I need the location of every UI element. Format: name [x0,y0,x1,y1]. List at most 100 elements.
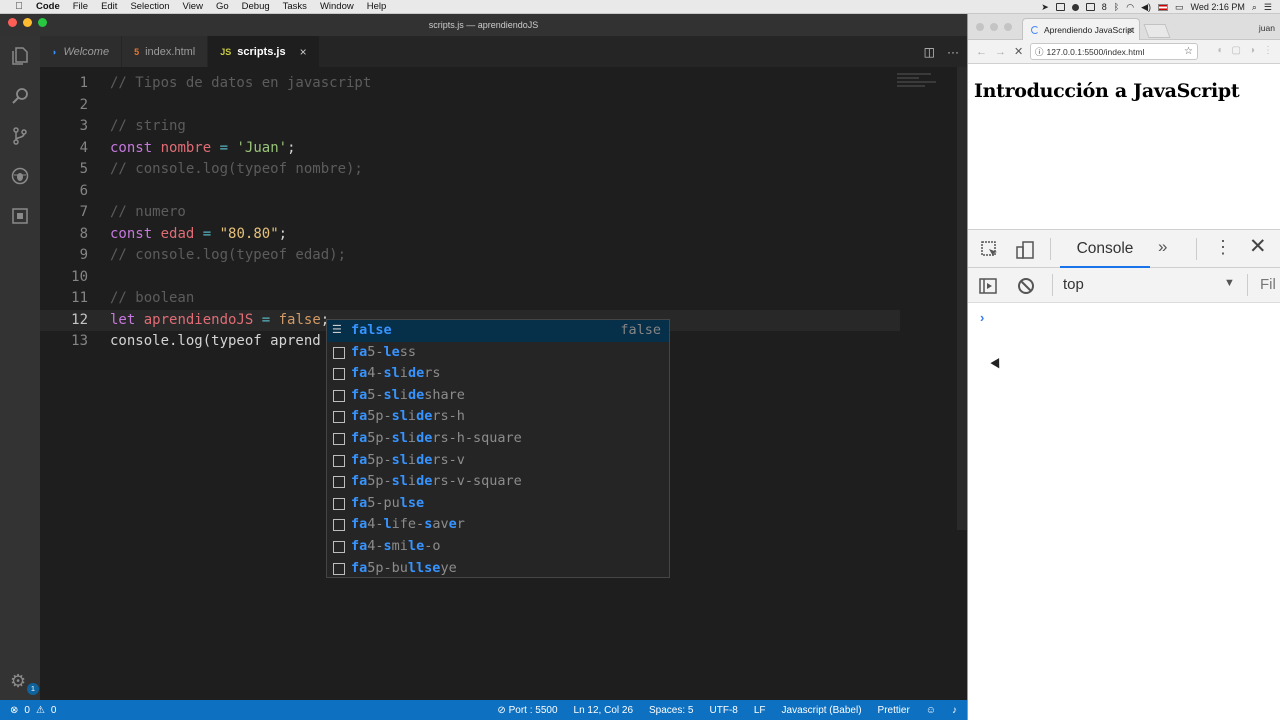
suggestion-item[interactable]: fa4-life-saver [327,514,669,536]
code-line[interactable]: 4 const nombre = 'Juan'; [40,138,900,159]
execution-context-select[interactable]: top [1063,276,1084,293]
profile-name[interactable]: juan [1259,23,1275,33]
error-count[interactable]: 0 [24,705,30,716]
spotlight-icon[interactable]: ⌕ [1252,2,1257,13]
sidebar-toggle-icon[interactable] [978,276,998,296]
menu-code[interactable]: Code [36,1,60,12]
suggestion-item[interactable]: fa5p-sliders-v [327,450,669,472]
bluetooth-icon[interactable]: ᛒ [1114,2,1119,12]
tab-welcome[interactable]: ◗ Welcome [40,36,123,67]
tab-scripts-js[interactable]: JS scripts.js × [208,36,320,67]
chevron-down-icon[interactable]: ▼ [1224,277,1235,289]
browser-close-button[interactable] [976,23,984,31]
address-bar[interactable]: ⓘ 127.0.0.1:5500/index.html ☆ [1030,43,1198,60]
apple-icon[interactable]:  [10,1,28,12]
more-tabs-icon[interactable]: » [1158,237,1167,257]
location-icon[interactable]: ➤ [1041,2,1049,13]
inspect-element-icon[interactable] [980,240,1000,260]
menubar-clock[interactable]: Wed 2:16 PM [1191,2,1245,12]
menu-help[interactable]: Help [367,1,387,12]
code-line[interactable]: 6 [40,181,900,202]
code-line[interactable]: 7 // numero [40,202,900,223]
stop-icon[interactable]: ✕ [1014,45,1023,58]
notification-center-icon[interactable]: ☰ [1264,2,1272,13]
source-control-icon[interactable] [0,116,40,156]
extension-icon[interactable]: ◐ [1217,45,1223,56]
dropbox-icon[interactable] [1071,3,1079,11]
editor-scrollbar[interactable] [957,67,967,530]
volume-icon[interactable]: ◀) [1141,2,1151,13]
errors-icon[interactable]: ⊗ [10,705,18,716]
encoding[interactable]: UTF-8 [710,705,738,716]
notifications-bell-icon[interactable]: ♪ [952,705,957,716]
zoom-window-button[interactable] [38,18,47,27]
warning-count[interactable]: 0 [51,705,57,716]
console-filter-input[interactable]: Fil [1260,276,1276,293]
code-line[interactable]: 3 // string [40,116,900,137]
warning-icon[interactable]: ⚠ [36,705,45,716]
feedback-smiley-icon[interactable]: ☺ [926,705,936,716]
battery-level-icon[interactable]: 8 [1102,2,1107,12]
menu-edit[interactable]: Edit [101,1,117,12]
search-icon[interactable] [0,76,40,116]
suggestion-item[interactable]: fa5p-sliders-h [327,406,669,428]
language-mode[interactable]: Javascript (Babel) [782,705,862,716]
console-prompt[interactable]: › [980,310,984,325]
input-flag-icon[interactable] [1157,3,1168,11]
manage-gear-icon[interactable]: ⚙ 1 [10,671,39,695]
menu-debug[interactable]: Debug [242,1,270,12]
suggestion-item[interactable]: fa5p-bullseye [327,558,669,580]
devtools-menu-icon[interactable]: ⋮ [1214,237,1232,258]
menu-view[interactable]: View [183,1,203,12]
suggestion-item[interactable]: fa5-less [327,342,669,364]
menu-selection[interactable]: Selection [130,1,169,12]
code-line[interactable]: 11 // boolean [40,288,900,309]
browser-tab[interactable]: Aprendiendo JavaScript × [1022,18,1140,40]
device-toolbar-icon[interactable] [1015,240,1035,260]
tab-console[interactable]: Console [1060,230,1150,268]
suggestion-item[interactable]: fa5-pulse [327,493,669,515]
wifi-icon[interactable]: ◠ [1126,2,1134,13]
suggestion-item[interactable]: fa4-smile-o [327,536,669,558]
more-actions-icon[interactable]: ··· [947,45,959,59]
debug-icon[interactable] [0,156,40,196]
box-icon[interactable] [1085,3,1095,11]
prettier-status[interactable]: Prettier [878,705,910,716]
end-of-line[interactable]: LF [754,705,766,716]
minimize-window-button[interactable] [23,18,32,27]
explorer-icon[interactable] [0,36,40,76]
extension-icon[interactable]: ◑ [1249,45,1255,56]
browser-minimize-button[interactable] [990,23,998,31]
info-icon[interactable]: ⓘ [1035,46,1044,58]
close-window-button[interactable] [8,18,17,27]
forward-icon[interactable]: → [995,46,1006,58]
battery-icon[interactable]: ▭ [1175,2,1184,13]
browser-zoom-button[interactable] [1004,23,1012,31]
indentation[interactable]: Spaces: 5 [649,705,693,716]
menu-go[interactable]: Go [216,1,229,12]
menu-tasks[interactable]: Tasks [283,1,307,12]
live-server-port[interactable]: ⊘ Port : 5500 [497,705,557,716]
code-line[interactable]: 9 // console.log(typeof edad); [40,245,900,266]
suggestion-item[interactable]: fa5-slideshare [327,385,669,407]
menu-file[interactable]: File [73,1,88,12]
split-editor-icon[interactable]: ◫ [924,45,935,59]
extension-icon[interactable]: ▢ [1232,45,1241,56]
back-icon[interactable]: ← [976,46,987,58]
code-line[interactable]: 1 // Tipos de datos en javascript [40,73,900,94]
suggestion-item[interactable]: fa5p-sliders-v-square [327,471,669,493]
clear-console-icon[interactable] [1016,276,1036,296]
tab-index-html[interactable]: 5 index.html [122,36,209,67]
minimap[interactable] [897,71,953,111]
browser-menu-icon[interactable]: ⋮ [1263,45,1273,56]
code-line[interactable]: 8 const edad = "80.80"; [40,224,900,245]
close-tab-icon[interactable]: × [300,45,307,59]
close-devtools-icon[interactable]: ✕ [1249,234,1267,259]
close-tab-icon[interactable]: × [1128,25,1133,35]
code-line[interactable]: 2 [40,95,900,116]
cursor-position[interactable]: Ln 12, Col 26 [574,705,634,716]
bookmark-star-icon[interactable]: ☆ [1184,46,1193,57]
suggestion-item[interactable]: ☰ false false [327,320,669,342]
screen-icon[interactable] [1055,3,1065,11]
code-line[interactable]: 10 [40,267,900,288]
